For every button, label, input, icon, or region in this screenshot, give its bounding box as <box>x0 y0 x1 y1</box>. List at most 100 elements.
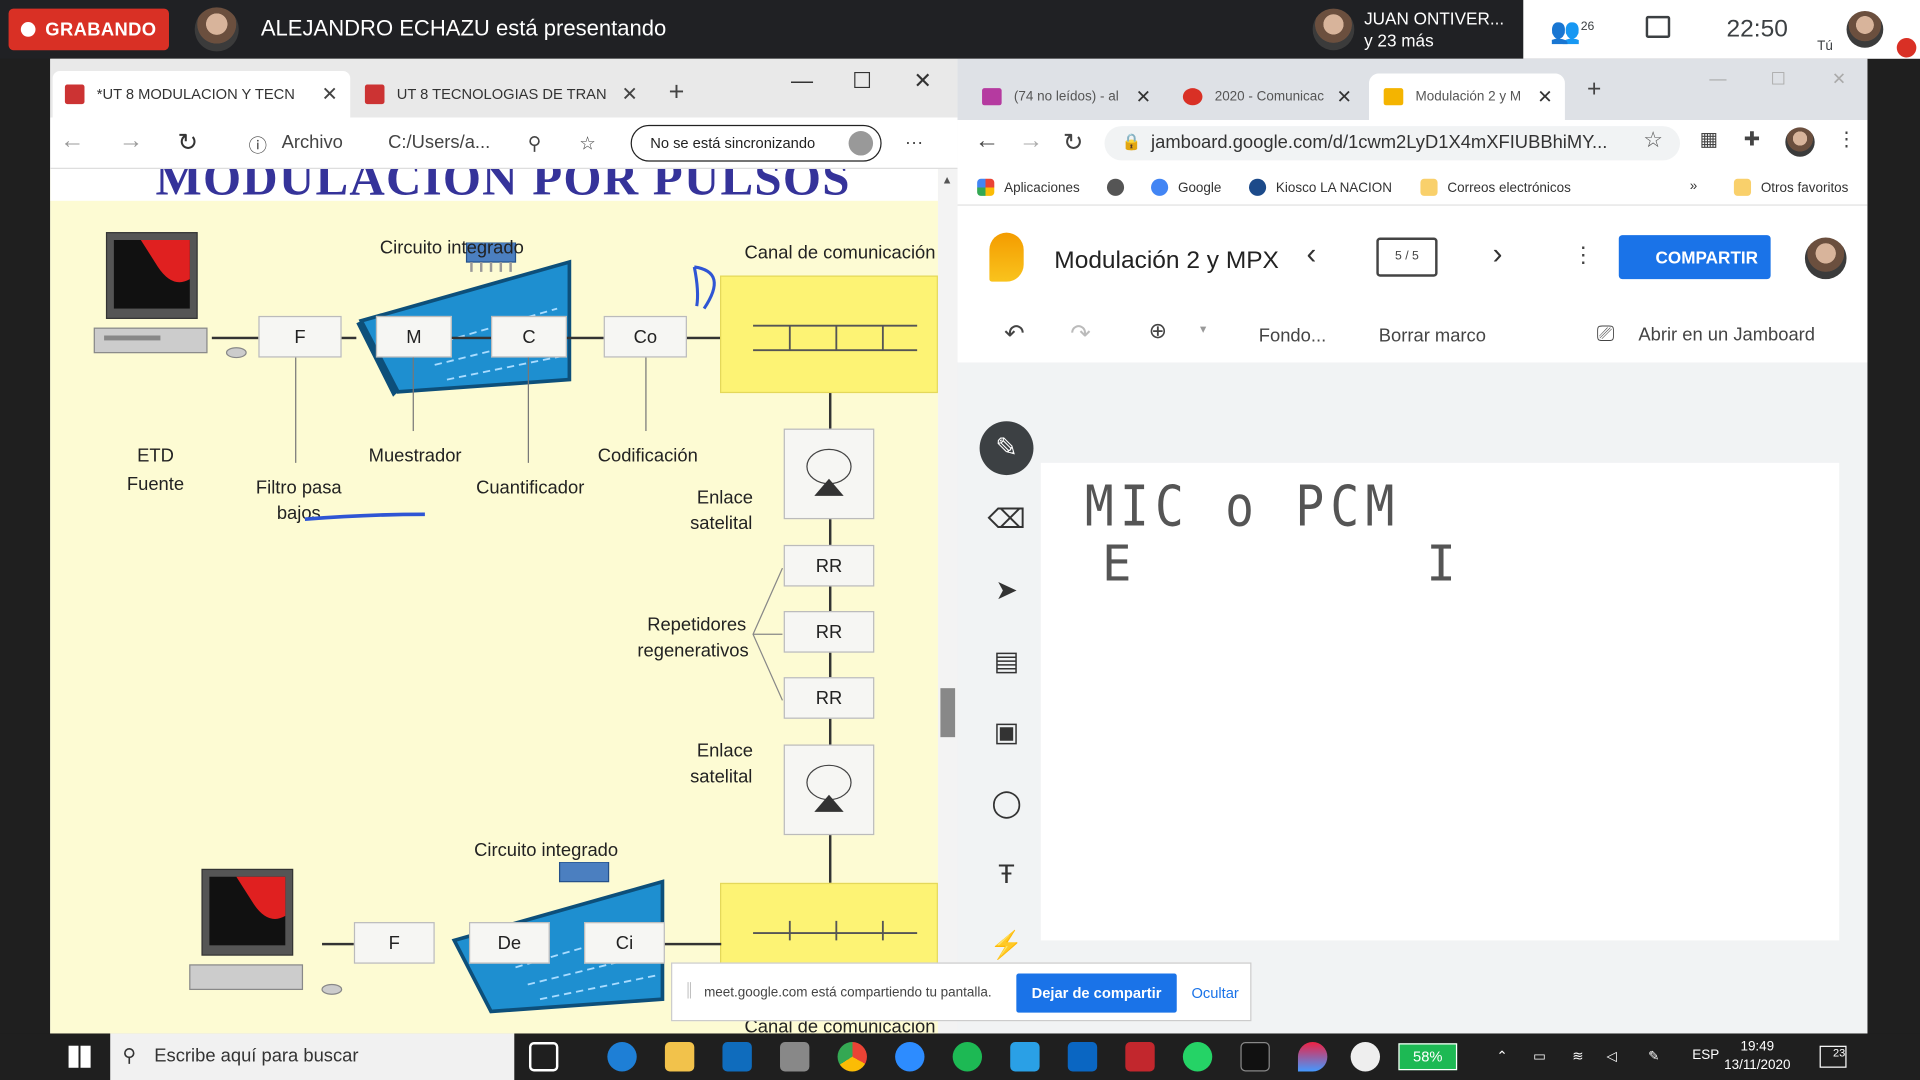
notification-center-icon[interactable]: 23 <box>1819 1045 1847 1068</box>
back-icon[interactable]: ← <box>975 127 999 155</box>
bookmark-star-icon[interactable]: ☆ <box>1643 127 1663 153</box>
jamboard-frame[interactable]: MIC o PCM E I <box>1040 462 1840 941</box>
chrome-tab-gmail[interactable]: (74 no leídos) - al ✕ <box>967 73 1163 120</box>
taskbar-search[interactable]: ⚲ Escribe aquí para buscar <box>110 1033 515 1080</box>
pen-tool-icon[interactable]: ✎ <box>979 421 1034 476</box>
refresh-icon[interactable]: ↻ <box>178 127 199 158</box>
self-avatar[interactable] <box>1846 11 1884 48</box>
bookmark-apps[interactable]: Aplicaciones <box>977 178 1080 196</box>
store-icon[interactable] <box>780 1042 810 1072</box>
forward-icon[interactable]: → <box>1019 127 1043 155</box>
file-explorer-icon[interactable] <box>664 1042 695 1072</box>
text-box-icon[interactable]: Ŧ <box>980 847 1034 901</box>
close-icon[interactable]: ✕ <box>1336 86 1351 108</box>
chat-icon[interactable] <box>1645 15 1671 38</box>
prev-frame-icon[interactable]: ‹ <box>1307 238 1317 272</box>
filezilla-icon[interactable] <box>1125 1042 1155 1072</box>
edge-icon[interactable] <box>607 1042 637 1072</box>
close-icon[interactable]: ✕ <box>622 82 638 106</box>
forward-icon[interactable]: → <box>119 127 143 155</box>
stop-sharing-button[interactable]: Dejar de compartir <box>1016 973 1177 1013</box>
tray-device-icon[interactable]: ▭ <box>1533 1048 1546 1064</box>
minimize-button[interactable]: — <box>791 69 813 95</box>
maximize-button[interactable]: ☐ <box>852 69 872 95</box>
bookmark-more-icon[interactable]: » <box>1690 179 1698 194</box>
language-indicator[interactable]: ESP <box>1692 1048 1719 1063</box>
back-icon[interactable]: ← <box>60 127 84 155</box>
sync-profile-button[interactable]: No se está sincronizando <box>630 124 882 162</box>
close-icon[interactable]: ✕ <box>1136 86 1151 108</box>
jamboard-title[interactable]: Modulación 2 y MPX <box>1054 247 1279 275</box>
wifi-icon[interactable]: ≋ <box>1572 1048 1583 1064</box>
chrome-tab-jamboard[interactable]: Modulación 2 y M ✕ <box>1368 73 1565 121</box>
drop-icon[interactable] <box>1297 1042 1328 1072</box>
zoom-icon[interactable]: ⚲ <box>528 132 541 154</box>
shape-circle-icon[interactable]: ◯ <box>980 776 1034 830</box>
edge-tab-1[interactable]: *UT 8 MODULACION Y TECN ✕ <box>52 71 351 118</box>
close-icon[interactable]: ✕ <box>322 82 338 106</box>
drag-handle-icon[interactable]: ║ <box>684 983 694 998</box>
close-window-button[interactable]: ✕ <box>1832 69 1846 90</box>
bookmark-google[interactable]: Google <box>1151 178 1221 196</box>
open-in-jamboard-button[interactable]: Abrir en un Jamboard <box>1638 324 1815 345</box>
more-icon[interactable]: ··· <box>905 132 923 153</box>
close-icon[interactable]: ✕ <box>1537 86 1552 108</box>
maximize-button[interactable]: ☐ <box>1771 69 1786 90</box>
extensions-icon[interactable]: ✚ <box>1744 127 1760 151</box>
profile-avatar[interactable] <box>1785 127 1815 157</box>
windows-start-icon[interactable] <box>68 1045 91 1068</box>
close-window-button[interactable]: ✕ <box>913 69 931 95</box>
new-tab-button[interactable]: + <box>669 76 685 108</box>
battery-badge[interactable]: 58% <box>1398 1043 1458 1071</box>
scroll-thumb[interactable] <box>940 688 956 738</box>
favorite-star-icon[interactable]: ☆ <box>579 132 595 154</box>
bookmark-kiosco[interactable]: Kiosco LA NACION <box>1248 178 1392 196</box>
url-input[interactable]: 🔒 jamboard.google.com/d/1cwm2LyD1X4mXFIU… <box>1104 126 1681 161</box>
outlook-icon[interactable] <box>722 1042 752 1072</box>
eraser-tool-icon[interactable]: ⌫ <box>980 492 1034 546</box>
chrome-tab-comunicaciones[interactable]: 2020 - Comunicac ✕ <box>1168 73 1364 120</box>
mail-app-icon[interactable] <box>1067 1042 1098 1072</box>
people-button[interactable]: 👥26 <box>1550 16 1594 47</box>
edge-tab-2[interactable]: UT 8 TECNOLOGIAS DE TRAN ✕ <box>353 71 651 118</box>
pen-workspace-icon[interactable]: ✎ <box>1648 1048 1659 1064</box>
frame-bar-button[interactable]: 5 / 5 <box>1376 237 1438 277</box>
zoom-icon[interactable]: ⊕ <box>1149 318 1167 344</box>
undo-icon[interactable]: ↶ <box>1004 318 1025 349</box>
pdf-scrollbar[interactable]: ▲ <box>937 168 958 1034</box>
account-avatar[interactable] <box>1804 237 1847 280</box>
hide-button[interactable]: Ocultar <box>1191 984 1238 1001</box>
zoom-dropdown-icon[interactable]: ▾ <box>1200 323 1206 336</box>
more-options-icon[interactable]: ⋮ <box>1572 242 1594 268</box>
chrome-icon[interactable] <box>837 1042 867 1072</box>
terminal-icon[interactable] <box>1240 1042 1270 1072</box>
whatsapp-icon[interactable] <box>1182 1042 1213 1072</box>
info-icon[interactable]: ⓘ <box>249 132 267 158</box>
background-button[interactable]: Fondo... <box>1259 326 1326 347</box>
zoom-app-icon[interactable] <box>895 1042 925 1072</box>
sticky-note-icon[interactable]: ▤ <box>980 634 1034 688</box>
minimize-button[interactable]: — <box>1709 69 1726 89</box>
spotify-icon[interactable] <box>952 1042 983 1072</box>
app-icon[interactable] <box>1350 1042 1381 1072</box>
task-view-icon[interactable] <box>528 1042 559 1072</box>
address-input[interactable]: C:/Users/a... <box>388 132 490 153</box>
volume-icon[interactable]: ◁ <box>1607 1048 1617 1064</box>
participants-summary[interactable]: JUAN ONTIVER... y 23 más <box>1364 7 1504 51</box>
bookmark-otros[interactable]: Otros favoritos <box>1733 178 1848 196</box>
redo-icon[interactable]: ↷ <box>1070 318 1091 349</box>
taskbar-clock[interactable]: 19:49 13/11/2020 <box>1724 1038 1790 1075</box>
scroll-up-icon[interactable]: ▲ <box>942 174 953 186</box>
refresh-icon[interactable]: ↻ <box>1063 127 1084 158</box>
l-app-icon[interactable] <box>1010 1042 1040 1072</box>
image-icon[interactable]: ▣ <box>980 705 1034 759</box>
participant-avatar[interactable] <box>1312 8 1355 51</box>
tray-chevron-icon[interactable]: ⌃ <box>1496 1048 1507 1064</box>
select-tool-icon[interactable]: ➤ <box>980 563 1034 617</box>
menu-dots-icon[interactable]: ⋮ <box>1837 127 1857 151</box>
bookmark-correos[interactable]: Correos electrónicos <box>1420 178 1571 196</box>
apps-grid-icon[interactable]: ▦ <box>1700 127 1719 151</box>
next-frame-icon[interactable]: › <box>1493 238 1503 272</box>
bookmark-globe[interactable] <box>1106 178 1134 196</box>
clear-frame-button[interactable]: Borrar marco <box>1379 326 1486 347</box>
